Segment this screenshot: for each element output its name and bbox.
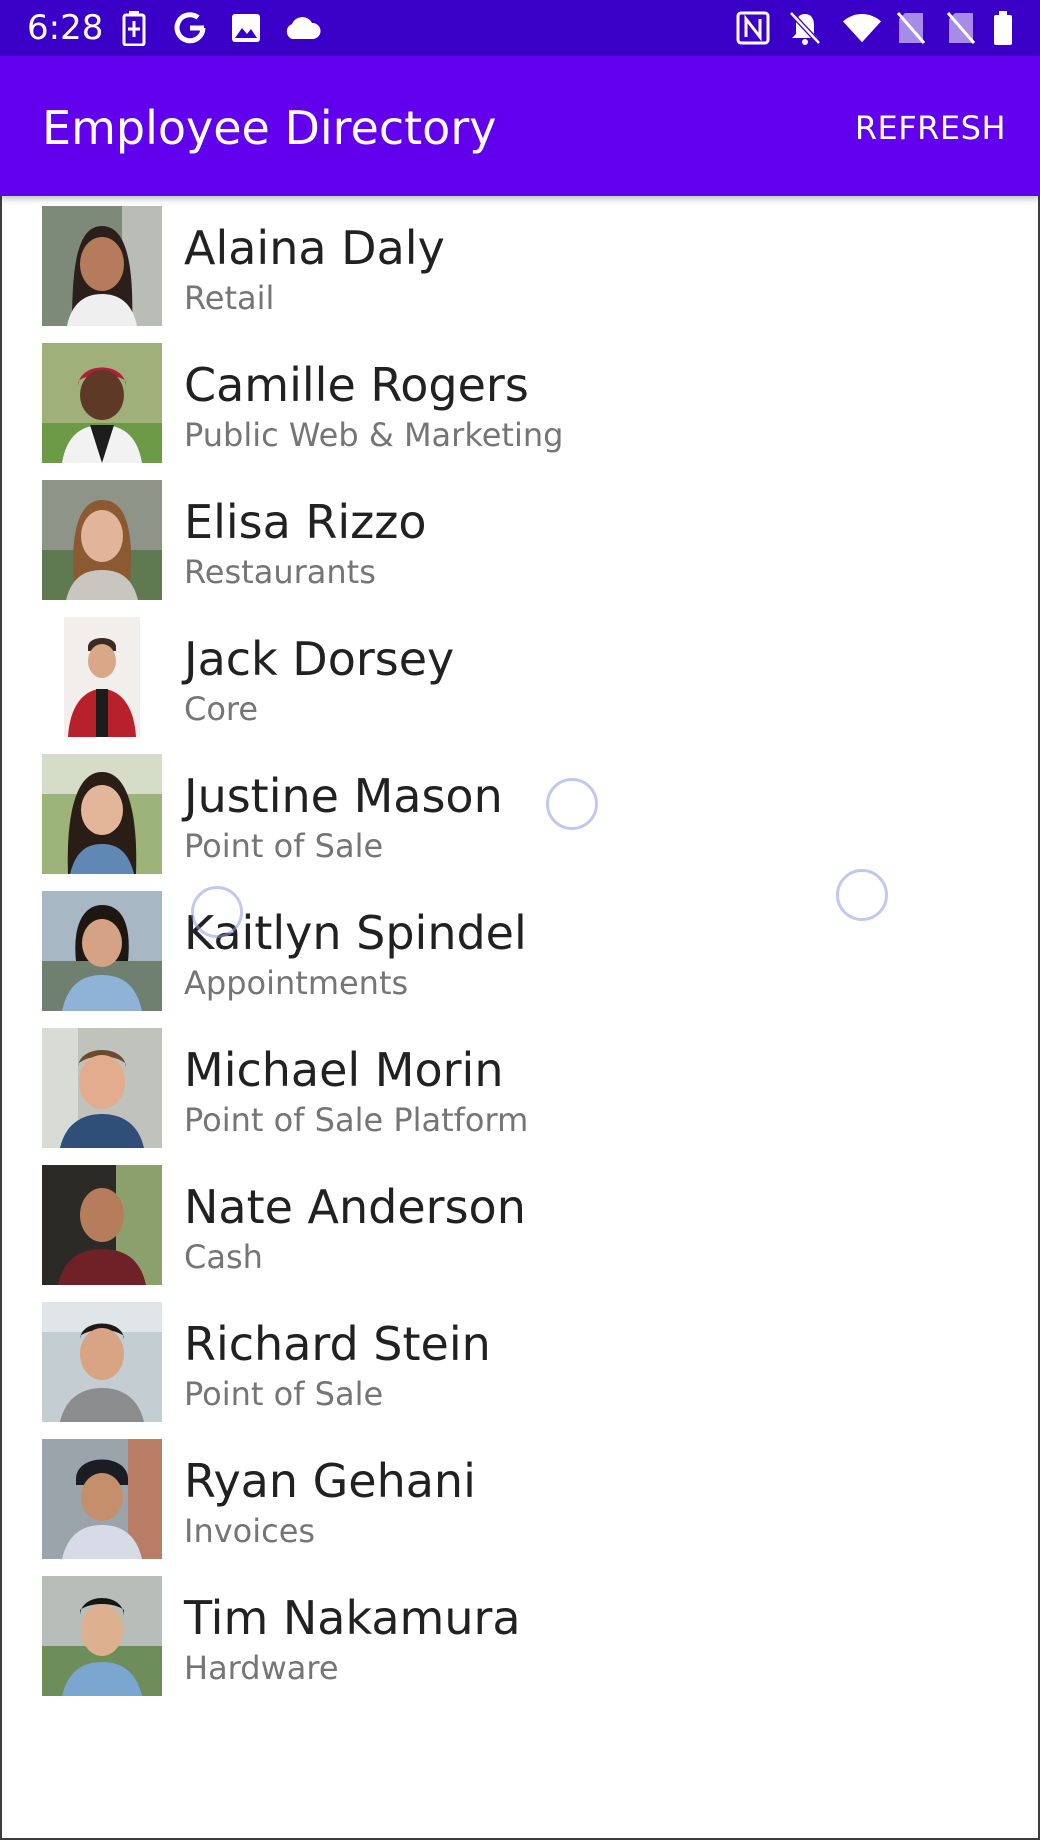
employee-name: Jack Dorsey (184, 632, 455, 686)
battery-charging-icon (114, 8, 154, 48)
avatar (42, 1028, 162, 1148)
employee-team: Public Web & Marketing (184, 416, 564, 454)
employee-team: Core (184, 690, 259, 728)
nfc-icon (733, 8, 773, 48)
no-sim-icon (941, 8, 981, 48)
avatar (42, 206, 162, 326)
avatar (42, 1439, 162, 1559)
touch-indicator (546, 778, 598, 830)
employee-team: Cash (184, 1238, 263, 1276)
avatar (42, 343, 162, 463)
employee-name: Ryan Gehani (184, 1454, 476, 1508)
list-item[interactable]: Justine Mason Point of Sale (0, 744, 1040, 881)
employee-team: Restaurants (184, 553, 376, 591)
employee-list[interactable]: Alaina Daly Retail Camille Rogers Public… (0, 196, 1040, 1703)
employee-team: Point of Sale (184, 1375, 384, 1413)
page-title: Employee Directory (42, 101, 497, 155)
employee-name: Camille Rogers (184, 358, 529, 412)
avatar (42, 1576, 162, 1696)
employee-name: Tim Nakamura (184, 1591, 521, 1645)
employee-team: Appointments (184, 964, 409, 1002)
avatar (42, 1302, 162, 1422)
list-item[interactable]: Tim Nakamura Hardware (0, 1566, 1040, 1703)
refresh-button[interactable]: REFRESH (855, 108, 1006, 148)
avatar (42, 617, 162, 737)
employee-name: Michael Morin (184, 1043, 504, 1097)
avatar (42, 754, 162, 874)
notifications-off-icon (785, 8, 825, 48)
employee-team: Invoices (184, 1512, 316, 1550)
image-icon (226, 8, 266, 48)
avatar (42, 1165, 162, 1285)
employee-team: Point of Sale (184, 827, 384, 865)
touch-indicator (836, 869, 888, 921)
touch-indicator (191, 886, 243, 938)
list-item[interactable]: Jack Dorsey Core (0, 607, 1040, 744)
status-time: 6:28 (27, 8, 104, 48)
employee-name: Elisa Rizzo (184, 495, 427, 549)
employee-name: Nate Anderson (184, 1180, 526, 1234)
list-item[interactable]: Nate Anderson Cash (0, 1155, 1040, 1292)
no-sim-icon (891, 8, 931, 48)
status-bar: 6:28 (0, 0, 1040, 56)
google-icon (170, 8, 210, 48)
avatar (42, 891, 162, 1011)
employee-team: Hardware (184, 1649, 339, 1687)
employee-team: Point of Sale Platform (184, 1101, 529, 1139)
employee-name: Richard Stein (184, 1317, 491, 1371)
list-item[interactable]: Camille Rogers Public Web & Marketing (0, 333, 1040, 470)
cloud-icon (282, 8, 322, 48)
frame-edge (0, 196, 2, 1840)
employee-team: Retail (184, 279, 275, 317)
employee-name: Alaina Daly (184, 221, 445, 275)
list-item[interactable]: Alaina Daly Retail (0, 196, 1040, 333)
wifi-icon (842, 8, 882, 48)
list-item[interactable]: Michael Morin Point of Sale Platform (0, 1018, 1040, 1155)
app-bar: Employee Directory REFRESH (0, 56, 1040, 196)
list-item[interactable]: Richard Stein Point of Sale (0, 1292, 1040, 1429)
avatar (42, 480, 162, 600)
employee-name: Justine Mason (184, 769, 503, 823)
list-item[interactable]: Elisa Rizzo Restaurants (0, 470, 1040, 607)
battery-icon (983, 8, 1023, 48)
list-item[interactable]: Ryan Gehani Invoices (0, 1429, 1040, 1566)
